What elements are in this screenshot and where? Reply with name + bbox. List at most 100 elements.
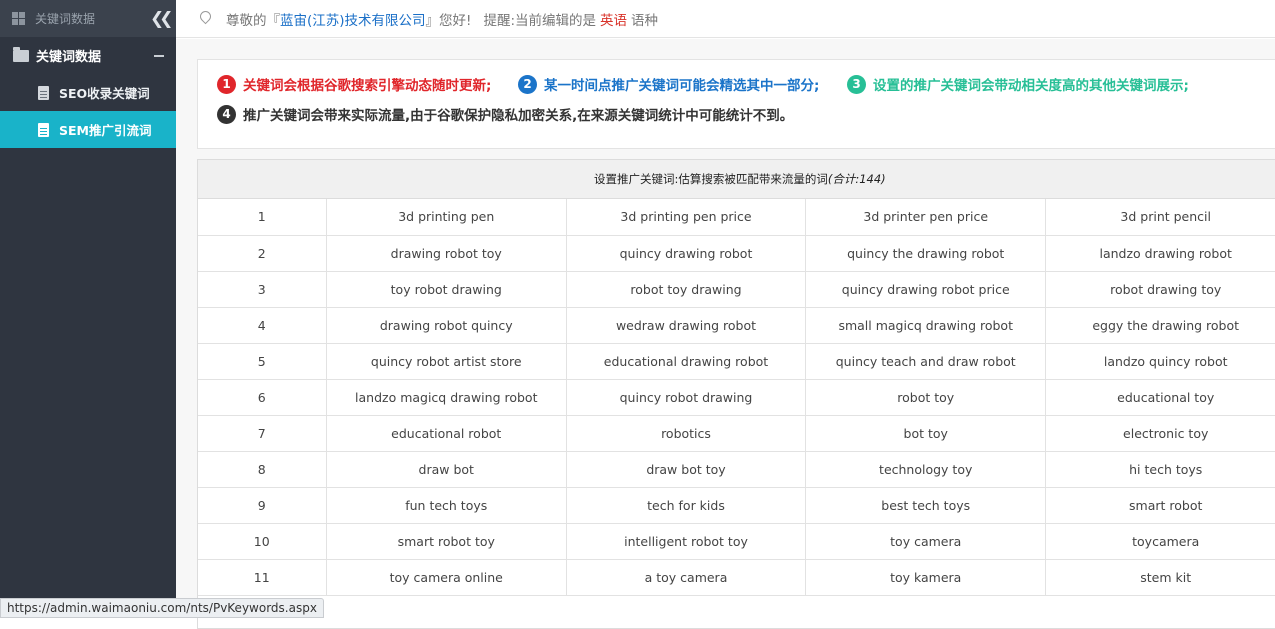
notice-number-badge: 4 [217,104,236,124]
row-index-cell: 2 [198,235,327,272]
keyword-cell: quincy teach and draw robot [805,343,1047,380]
row-index-cell: 4 [198,307,327,344]
keyword-cell: best tech toys [805,487,1047,524]
collapse-group-icon[interactable] [154,55,164,57]
keyword-cell: 3d printing pen [326,199,567,236]
keyword-cell: electronic toy [1045,415,1275,452]
keyword-cell: educational drawing robot [566,343,807,380]
folder-icon [13,46,29,62]
keywords-table-panel: 设置推广关键词:估算搜索被匹配带来流量的词 (合计:144) 1 3d printi… [197,159,1275,629]
notice-item-3: 3 设置的推广关键词会带动相关度高的其他关键词展示; [847,74,1189,94]
keyword-cell: 3d printer pen price [805,199,1047,236]
keyword-cell: smart robot [1045,487,1275,524]
notice-item-4: 4 推广关键词会带来实际流量,由于谷歌保护隐私加密关系,在来源关键词统计中可能统… [217,104,793,124]
notice-item-1: 1 关键词会根据谷歌搜索引擎动态随时更新; [217,74,491,94]
company-name: 蓝宙(江苏)技术有限公司 [280,12,426,29]
document-icon [38,122,49,137]
keyword-cell: quincy robot drawing [566,379,807,416]
status-bar-url: https://admin.waimaoniu.com/nts/PvKeywor… [0,598,324,618]
current-language: 英语 [600,12,628,29]
keyword-cell: hi tech toys [1045,451,1275,488]
keyword-cell: stem kit [1045,559,1275,596]
main-content: 1 关键词会根据谷歌搜索引擎动态随时更新; 2 某一时间点推广关键词可能会精选其… [176,39,1275,629]
greeting-prefix: 尊敬的『 [226,12,280,29]
notice-text: 推广关键词会带来实际流量,由于谷歌保护隐私加密关系,在来源关键词统计中可能统计不… [243,108,794,124]
keyword-cell: robot drawing toy [1045,271,1275,308]
reminder-suffix: 语种 [631,12,659,29]
keyword-cell: robot toy [805,379,1047,416]
keyword-cell: toycamera [1045,523,1275,560]
table-total-count: (合计:144) [827,172,886,186]
notice-number-badge: 1 [217,74,236,94]
keyword-cell: educational toy [1045,379,1275,416]
keyword-cell: smart robot toy [326,523,567,560]
reminder-prefix: 提醒:当前编辑的是 [483,12,597,29]
keyword-cell: toy camera [805,523,1047,560]
notice-item-2: 2 某一时间点推广关键词可能会精选其中一部分; [518,74,819,94]
keywords-table: 1 3d printing pen 3d printing pen price 3d … [198,199,1275,596]
table-row: 4 drawing robot quincy wedraw drawing robo… [198,307,1275,344]
notice-text: 某一时间点推广关键词可能会精选其中一部分; [544,78,820,94]
keyword-cell: landzo quincy robot [1045,343,1275,380]
sidebar-header: 关键词数据 ❮❮ [0,0,176,37]
keyword-cell: fun tech toys [326,487,567,524]
keyword-cell: drawing robot toy [326,235,567,272]
table-row: 7 educational robot robotics bot toy electro… [198,415,1275,452]
table-row: 11 toy camera online a toy camera toy kamer… [198,559,1275,596]
sidebar-item-seo-keywords[interactable]: SEO收录关键词 [0,74,176,111]
keyword-cell: wedraw drawing robot [566,307,807,344]
notice-text: 关键词会根据谷歌搜索引擎动态随时更新; [243,78,492,94]
greeting-suffix: 』您好! [425,12,472,29]
keyword-cell: toy robot drawing [326,271,567,308]
sidebar-group-label: 关键词数据 [36,50,102,65]
keyword-cell: quincy robot artist store [326,343,567,380]
keyword-cell: tech for kids [566,487,807,524]
keyword-cell: toy kamera [805,559,1047,596]
keyword-cell: draw bot toy [566,451,807,488]
table-row: 2 drawing robot toy quincy drawing robot qu… [198,235,1275,272]
notice-text: 设置的推广关键词会带动相关度高的其他关键词展示; [873,78,1189,94]
keyword-cell: robotics [566,415,807,452]
sidebar: 关键词数据 ❮❮ 关键词数据 SEO收录关键词 SEM推广引流词 [0,0,176,618]
row-index-cell: 11 [198,559,327,596]
keyword-cell: landzo drawing robot [1045,235,1275,272]
table-row: 1 3d printing pen 3d printing pen price 3d … [198,199,1275,236]
sidebar-item-sem-keywords[interactable]: SEM推广引流词 [0,111,176,148]
collapse-sidebar-icon[interactable]: ❮❮ [150,9,173,29]
table-caption-title: 设置推广关键词:估算搜索被匹配带来流量的词 [594,172,828,186]
keyword-cell: 3d printing pen price [566,199,807,236]
table-row: 3 toy robot drawing robot toy drawing quinc… [198,271,1275,308]
keyword-cell: 3d print pencil [1045,199,1275,236]
row-index-cell: 6 [198,379,327,416]
sidebar-item-label: SEO收录关键词 [59,86,150,101]
keyword-cell: landzo magicq drawing robot [326,379,567,416]
keyword-cell: intelligent robot toy [566,523,807,560]
notice-panel: 1 关键词会根据谷歌搜索引擎动态随时更新; 2 某一时间点推广关键词可能会精选其… [197,59,1275,149]
row-index-cell: 8 [198,451,327,488]
dashboard-grid-icon [12,12,25,25]
keyword-cell: quincy drawing robot [566,235,807,272]
location-pin-icon [200,11,211,26]
row-index-cell: 5 [198,343,327,380]
keyword-cell: small magicq drawing robot [805,307,1047,344]
keyword-cell: quincy the drawing robot [805,235,1047,272]
keyword-cell: drawing robot quincy [326,307,567,344]
keyword-cell: technology toy [805,451,1047,488]
sidebar-group-keyword-data[interactable]: 关键词数据 [0,37,176,74]
row-index-cell: 3 [198,271,327,308]
table-row: 10 smart robot toy intelligent robot toy to… [198,523,1275,560]
sidebar-header-title: 关键词数据 [35,12,96,26]
keyword-cell: robot toy drawing [566,271,807,308]
keyword-cell: educational robot [326,415,567,452]
keyword-cell: toy camera online [326,559,567,596]
document-icon [38,85,49,100]
table-row: 5 quincy robot artist store educational dr… [198,343,1275,380]
sidebar-item-label: SEM推广引流词 [59,123,152,138]
top-bar: 尊敬的『 蓝宙(江苏)技术有限公司 』您好! 提醒:当前编辑的是 英语 语种 [176,0,1275,38]
table-caption: 设置推广关键词:估算搜索被匹配带来流量的词 (合计:144) [198,160,1275,199]
row-index-cell: 9 [198,487,327,524]
row-index-cell: 7 [198,415,327,452]
row-index-cell: 1 [198,199,327,236]
keyword-cell: a toy camera [566,559,807,596]
keyword-cell: eggy the drawing robot [1045,307,1275,344]
